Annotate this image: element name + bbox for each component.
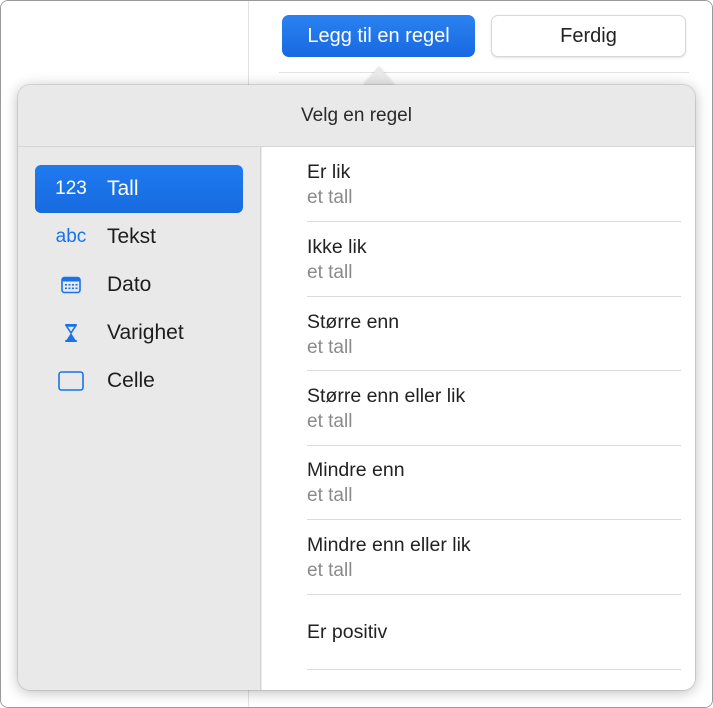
rule-subtitle: et tall [307,337,353,358]
window: Legg til en regel Ferdig Velg en regel 1… [0,0,713,708]
rule-picker-popover: Velg en regel 123 Tall abc Tekst Dato Va… [18,85,695,690]
sidebar-item-label: Tall [107,177,139,200]
rule-list: Er lik et tall Ikke lik et tall Større e… [262,147,695,690]
rule-item-greater-than[interactable]: Større enn et tall [307,310,681,371]
rule-subtitle: et tall [307,560,353,581]
rule-item-not-equals[interactable]: Ikke lik et tall [307,235,681,297]
sidebar-item-label: Celle [107,369,155,392]
sidebar-item-date[interactable]: Dato [35,261,243,309]
rule-subtitle: et tall [307,485,353,506]
rule-title: Ikke lik [307,236,367,258]
rule-title: Er lik [307,161,351,183]
rule-item-less-or-equal[interactable]: Mindre enn eller lik et tall [307,533,681,595]
done-button[interactable]: Ferdig [491,15,686,57]
sidebar-item-label: Dato [107,273,152,296]
rule-title: Mindre enn eller lik [307,534,471,556]
rule-title: Større enn [307,311,400,333]
text-icon: abc [55,226,87,247]
rule-subtitle: et tall [307,262,353,283]
sidebar-item-number[interactable]: 123 Tall [35,165,243,213]
rule-subtitle: et tall [307,411,353,432]
sidebar-item-cell[interactable]: Celle [35,357,243,405]
rule-category-sidebar: 123 Tall abc Tekst Dato Varighet Celle [18,147,261,690]
hourglass-icon [35,323,107,343]
rule-title: Er positiv [307,621,388,643]
rule-item-equals[interactable]: Er lik et tall [307,160,681,222]
rule-subtitle: et tall [307,187,353,208]
number-icon: 123 [55,178,87,199]
cell-icon [35,371,107,391]
calendar-icon [35,276,107,294]
sidebar-item-label: Tekst [107,225,157,248]
popover-title: Velg en regel [18,85,695,147]
rule-item-is-positive[interactable]: Er positiv [307,609,681,670]
sidebar-item-duration[interactable]: Varighet [35,309,243,357]
popover-arrow [363,67,395,86]
sidebar-item-label: Varighet [107,321,184,344]
toolbar-divider [279,72,689,73]
rule-item-less-than[interactable]: Mindre enn et tall [307,458,681,520]
rule-title: Større enn eller lik [307,385,466,407]
add-rule-button[interactable]: Legg til en regel [282,15,475,57]
rule-title: Mindre enn [307,459,405,481]
sidebar-item-text[interactable]: abc Tekst [35,213,243,261]
rule-item-greater-or-equal[interactable]: Større enn eller lik et tall [307,384,681,446]
